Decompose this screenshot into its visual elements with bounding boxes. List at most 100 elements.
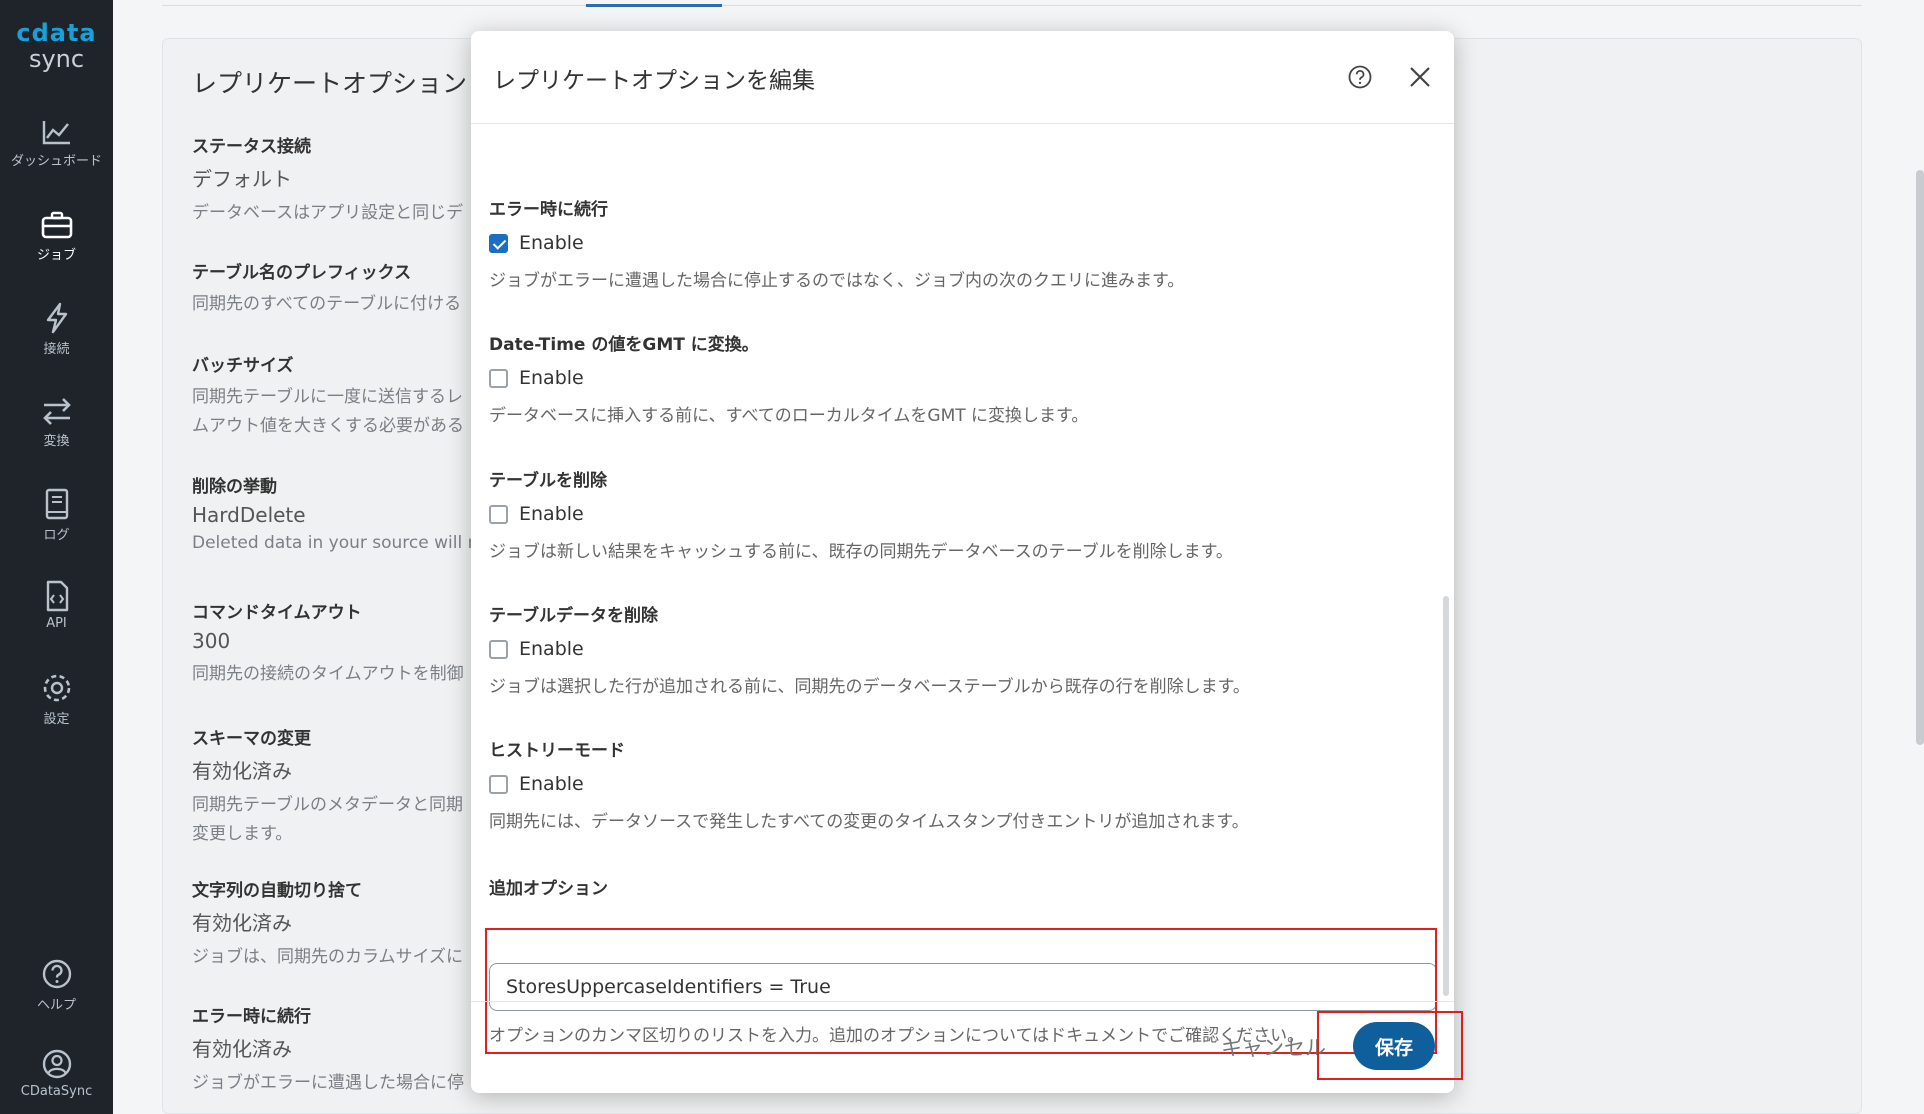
enable-checkbox-row[interactable]: Enable bbox=[489, 773, 1419, 795]
option-value: HardDelete bbox=[192, 503, 306, 527]
dialog-scrollbar[interactable] bbox=[1443, 596, 1449, 996]
option-description: 同期先には、データソースで発生したすべての変更のタイムスタンプ付きエントリが追加… bbox=[489, 812, 1249, 832]
dialog-header: レプリケートオプションを編集 bbox=[471, 31, 1454, 124]
sidebar-item-label: ヘルプ bbox=[36, 998, 76, 1013]
enable-checkbox[interactable] bbox=[489, 504, 508, 524]
sidebar-item-label: ログ bbox=[43, 528, 70, 543]
option-label: テーブルを削除 bbox=[489, 471, 607, 491]
option-label: Date-Time の値をGMT に変換。 bbox=[489, 335, 759, 355]
sidebar-item-logs[interactable]: ログ bbox=[0, 488, 113, 543]
chart-line-icon bbox=[42, 121, 70, 145]
option-description-line2: ムアウト値を大きくする必要がある bbox=[192, 416, 464, 436]
sidebar-item-dashboard[interactable]: ダッシュボード bbox=[0, 118, 113, 169]
option-value: 有効化済み bbox=[192, 759, 292, 783]
log-book-icon bbox=[45, 488, 68, 520]
logo-text-bottom: sync bbox=[28, 45, 85, 73]
option-convert-datetime-gmt: Date-Time の値をGMT に変換。 Enable データベースに挿入する… bbox=[489, 330, 1419, 426]
sidebar-item-api[interactable]: API bbox=[0, 580, 113, 631]
api-file-icon bbox=[46, 580, 68, 612]
bg-option-command-timeout: コマンドタイムアウト 300 同期先の接続のタイムアウトを制御 bbox=[192, 598, 472, 684]
help-circle-icon bbox=[42, 959, 71, 989]
checkbox-label: Enable bbox=[519, 367, 584, 389]
bg-option-delete-behavior: 削除の挙動 HardDelete Deleted data in your so… bbox=[192, 472, 472, 553]
option-value: 300 bbox=[192, 629, 231, 653]
enable-checkbox[interactable] bbox=[489, 639, 508, 659]
sidebar-item-label: API bbox=[46, 616, 67, 631]
lightning-icon bbox=[46, 302, 67, 334]
option-label: ヒストリーモード bbox=[489, 741, 625, 761]
option-value: デフォルト bbox=[192, 167, 292, 191]
sidebar-item-transforms[interactable]: 変換 bbox=[0, 396, 113, 449]
enable-checkbox[interactable] bbox=[489, 233, 508, 253]
option-label: 追加オプション bbox=[489, 879, 608, 899]
enable-checkbox-row[interactable]: Enable bbox=[489, 638, 1419, 660]
sidebar-item-label: CDataSync bbox=[20, 1084, 93, 1099]
edit-replicate-options-dialog: レプリケートオプションを編集 エラー時に続行 Enable ジョブがエラーに遭遇… bbox=[471, 31, 1454, 1093]
option-description: ジョブがエラーに遭遇した場合に停 bbox=[192, 1073, 464, 1093]
checkbox-label: Enable bbox=[519, 503, 584, 525]
dialog-footer: キャンセル 保存 bbox=[471, 1001, 1454, 1093]
briefcase-icon bbox=[41, 211, 72, 239]
sidebar-item-label: 設定 bbox=[43, 712, 70, 727]
checkbox-label: Enable bbox=[519, 232, 584, 254]
option-extra-options: 追加オプション bbox=[489, 874, 1419, 899]
option-description: 同期先の接続のタイムアウトを制御 bbox=[192, 664, 464, 684]
option-label: テーブルデータを削除 bbox=[489, 606, 658, 626]
option-description: ジョブは選択した行が追加される前に、同期先のデータベーステーブルから既存の行を削… bbox=[489, 677, 1250, 697]
enable-checkbox[interactable] bbox=[489, 774, 508, 794]
gear-icon bbox=[43, 674, 70, 702]
option-description: 同期先のすべてのテーブルに付ける bbox=[192, 294, 462, 314]
dialog-body: エラー時に続行 Enable ジョブがエラーに遭遇した場合に停止するのではなく、… bbox=[471, 125, 1454, 1054]
bg-option-table-prefix: テーブル名のプレフィックス 同期先のすべてのテーブルに付ける bbox=[192, 258, 472, 314]
tabs-divider bbox=[162, 5, 1862, 6]
sidebar-item-settings[interactable]: 設定 bbox=[0, 672, 113, 727]
cancel-button[interactable]: キャンセル bbox=[1221, 1032, 1326, 1062]
option-description: ジョブがエラーに遭遇した場合に停止するのではなく、ジョブ内の次のクエリに進みます… bbox=[489, 271, 1185, 291]
sidebar-item-label: 接続 bbox=[43, 342, 70, 357]
option-description-line2: 変更します。 bbox=[192, 824, 293, 844]
option-description: データベースに挿入する前に、すべてのローカルタイムをGMT に変換します。 bbox=[489, 406, 1089, 426]
sidebar: cdata sync ダッシュボード ジョブ 接続 変換 ログ API 設定 ヘ… bbox=[0, 0, 113, 1114]
card-title: レプリケートオプション bbox=[192, 69, 468, 98]
option-label: コマンドタイムアウト bbox=[192, 603, 362, 623]
option-truncate-table-data: テーブルデータを削除 Enable ジョブは選択した行が追加される前に、同期先の… bbox=[489, 601, 1419, 697]
sidebar-item-jobs[interactable]: ジョブ bbox=[0, 210, 113, 263]
option-value: 有効化済み bbox=[192, 1037, 292, 1061]
option-description: ジョブは新しい結果をキャッシュする前に、既存の同期先データベースのテーブルを削除… bbox=[489, 542, 1233, 562]
active-tab-indicator bbox=[586, 4, 722, 7]
sidebar-item-help[interactable]: ヘルプ bbox=[0, 958, 113, 1013]
bg-option-status-connection: ステータス接続 デフォルト データベースはアプリ設定と同じデ bbox=[192, 132, 472, 223]
option-label: エラー時に続行 bbox=[489, 200, 608, 220]
option-label: 削除の挙動 bbox=[192, 477, 277, 497]
save-button-highlight bbox=[1317, 1011, 1463, 1080]
bg-option-truncate-strings: 文字列の自動切り捨て 有効化済み ジョブは、同期先のカラムサイズに bbox=[192, 876, 472, 967]
help-icon[interactable] bbox=[1347, 64, 1373, 90]
option-description: 同期先テーブルに一度に送信するレ bbox=[192, 387, 463, 407]
option-label: テーブル名のプレフィックス bbox=[192, 263, 412, 283]
option-description: 同期先テーブルのメタデータと同期 bbox=[192, 795, 463, 815]
sidebar-item-label: ジョブ bbox=[36, 248, 76, 263]
checkbox-label: Enable bbox=[519, 638, 584, 660]
option-description: データベースはアプリ設定と同じデ bbox=[192, 203, 464, 223]
bg-option-continue-on-error: エラー時に続行 有効化済み ジョブがエラーに遭遇した場合に停 bbox=[192, 1002, 472, 1093]
enable-checkbox[interactable] bbox=[489, 368, 508, 388]
option-description: ジョブは、同期先のカラムサイズに bbox=[192, 947, 463, 967]
sidebar-item-connections[interactable]: 接続 bbox=[0, 302, 113, 357]
enable-checkbox-row[interactable]: Enable bbox=[489, 367, 1419, 389]
close-icon[interactable] bbox=[1406, 63, 1434, 91]
arrows-swap-icon bbox=[42, 398, 71, 425]
page-scrollbar[interactable] bbox=[1916, 170, 1924, 745]
option-label: 文字列の自動切り捨て bbox=[192, 881, 362, 901]
enable-checkbox-row[interactable]: Enable bbox=[489, 232, 1419, 254]
option-label: ステータス接続 bbox=[192, 137, 311, 157]
option-label: エラー時に続行 bbox=[192, 1007, 311, 1027]
cdata-sync-logo[interactable]: cdata sync bbox=[0, 20, 113, 72]
option-continue-on-error: エラー時に続行 Enable ジョブがエラーに遭遇した場合に停止するのではなく、… bbox=[489, 195, 1419, 291]
logo-text-top: cdata bbox=[16, 19, 97, 47]
user-icon bbox=[42, 1049, 71, 1079]
option-description: Deleted data in your source will remo bbox=[192, 533, 472, 553]
option-label: バッチサイズ bbox=[192, 356, 294, 376]
sidebar-item-label: ダッシュボード bbox=[10, 154, 102, 169]
enable-checkbox-row[interactable]: Enable bbox=[489, 503, 1419, 525]
sidebar-item-user[interactable]: CDataSync bbox=[0, 1048, 113, 1099]
